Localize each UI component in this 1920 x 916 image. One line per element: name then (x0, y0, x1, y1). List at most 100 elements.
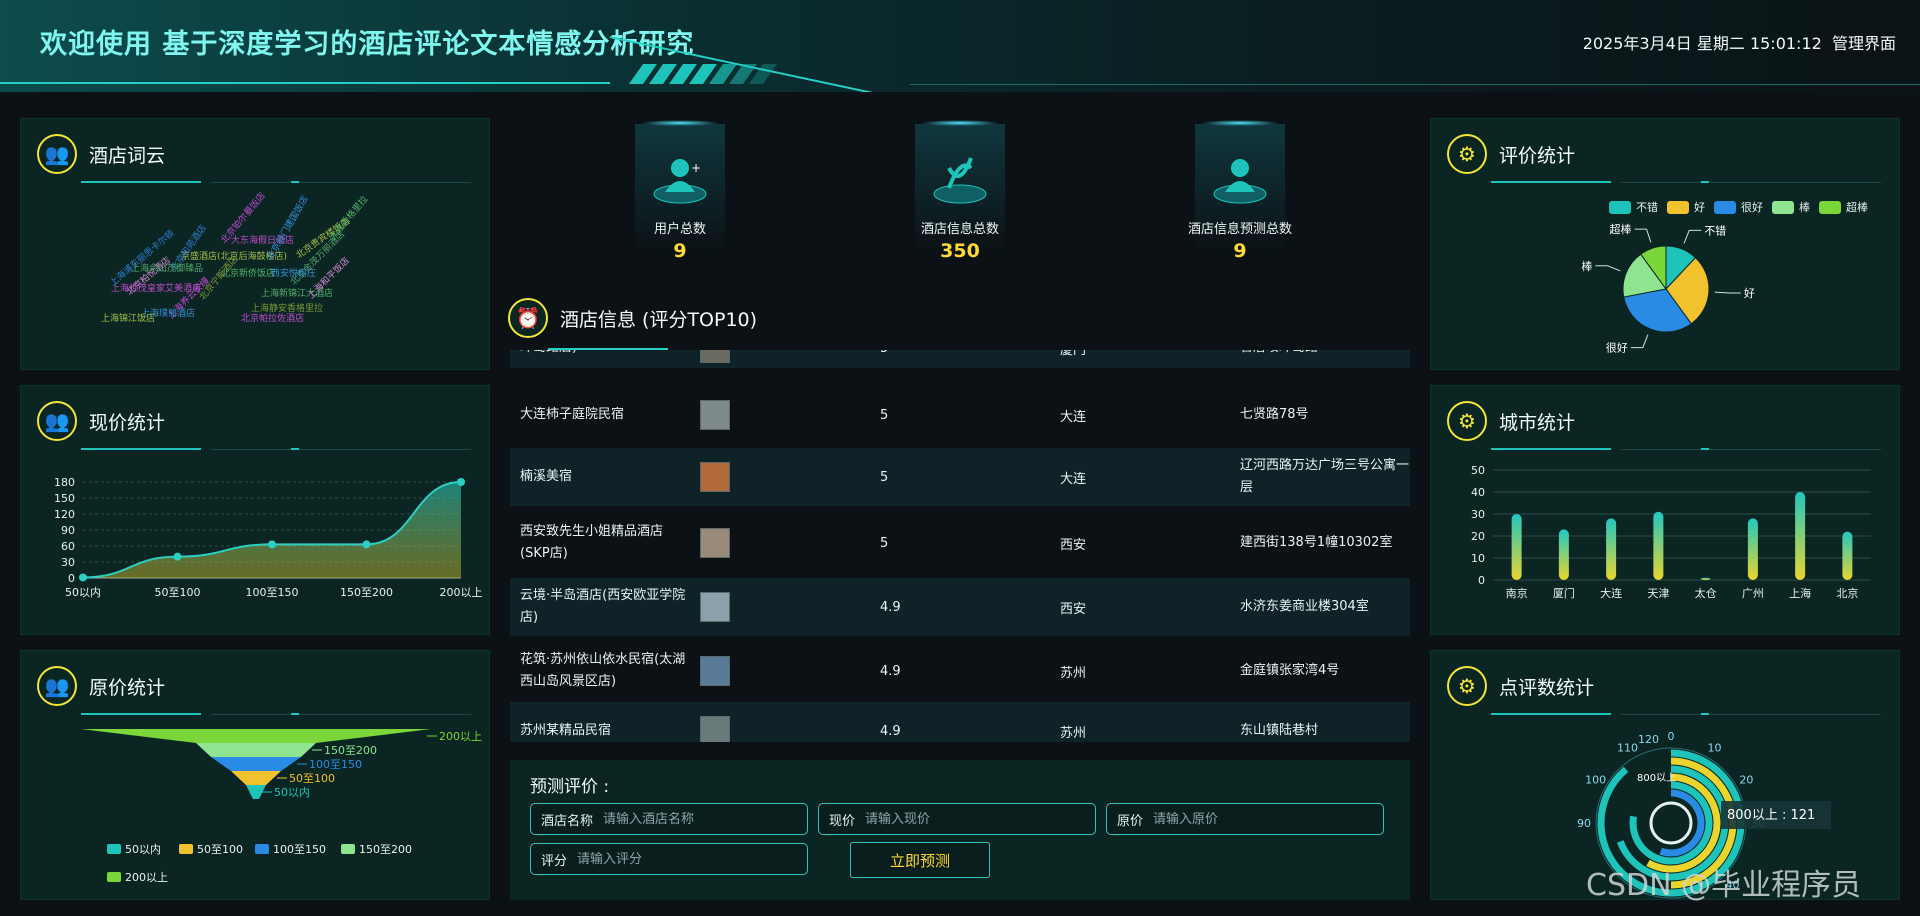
rating-field[interactable]: 评分 (530, 843, 808, 875)
hotel-city: 苏州 (1060, 725, 1087, 741)
panel-title-text: 现价统计 (89, 411, 166, 434)
header-datetime: 2025年3月4日 星期二 15:01:12 管理界面 (1583, 30, 1896, 54)
predict-button[interactable]: 立即预测 (850, 842, 990, 878)
x-tick-label: 广州 (1742, 587, 1764, 600)
dna-icon (933, 157, 987, 204)
hotel-rating: 5 (880, 469, 889, 485)
rating-input[interactable] (577, 851, 728, 867)
current-price-field[interactable]: 现价 (818, 803, 1096, 835)
page-title: 欢迎使用 基于深度学习的酒店评论文本情感分析研究 (40, 29, 695, 60)
bar (1606, 518, 1617, 580)
bar (1558, 529, 1569, 580)
title-divider (1621, 449, 1881, 450)
funnel-segment (231, 771, 281, 785)
bar (1842, 531, 1853, 580)
panel-title: 👥 酒店词云 (37, 133, 165, 175)
legend-label: 很好 (1741, 201, 1763, 214)
hotel-thumbnail[interactable] (700, 592, 730, 622)
angle-tick-label: 110 (1617, 742, 1638, 755)
title-accent (291, 713, 299, 715)
hotel-thumbnail[interactable] (700, 462, 730, 492)
pie-label: 好 (1744, 286, 1755, 300)
wordcloud-panel: 👥 酒店词云 大东海假日酒店 京盛酒店(北京后海鼓楼店) 北京前门建国饭店 上海新锦江大… (20, 118, 490, 370)
original-price-field[interactable]: 原价 (1106, 803, 1384, 835)
table-row[interactable]: 西安致先生小姐精品酒店(SKP店) 5 西安 建西街138号1幢10302室 (510, 512, 1410, 574)
legend-swatch (341, 844, 355, 854)
table-row[interactable]: 楠溪美宿 5 大连 辽河西路万达广场三号公寓一层 (510, 448, 1410, 506)
legend-item[interactable]: 超棒 (1819, 199, 1868, 215)
hotel-thumbnail[interactable] (700, 350, 730, 363)
legend-swatch (179, 844, 193, 854)
hotel-name: 大连柿子庭院民宿 (520, 407, 625, 422)
x-tick-label: 北京 (1836, 586, 1858, 600)
data-point (457, 478, 465, 486)
hotel-name: 云境·半岛酒店(西安欧亚学院店) (520, 588, 686, 625)
funnel-segment (81, 729, 431, 743)
hotel-thumbnail[interactable] (700, 716, 730, 742)
funnel-label: 50至100 (289, 772, 335, 785)
hotel-address: 辽河西路万达广场三号公寓一层 (1240, 458, 1410, 495)
admin-link[interactable]: 管理界面 (1832, 34, 1896, 53)
table-row[interactable]: 大连柿子庭院民宿 5 大连 七贤路78号 (510, 386, 1410, 444)
field-label: 现价 (829, 813, 856, 829)
table-row[interactable]: 花筑·苏州依山依水民宿(太湖西山岛风景区店) 4.9 苏州 金庭镇张家湾4号 (510, 640, 1410, 702)
hotel-name-field[interactable]: 酒店名称 (530, 803, 808, 835)
table-row[interactable]: 苏州某精品民宿 4.9 苏州 东山镇陆巷村 (510, 702, 1410, 742)
title-underline (1491, 448, 1611, 450)
title-divider (211, 449, 471, 450)
predict-title: 预测评价 : (530, 777, 610, 797)
legend-swatch (1772, 200, 1794, 214)
table-row[interactable]: 云境·半岛酒店(西安欧亚学院店) 4.9 西安 水济东姜商业楼304室 (510, 578, 1410, 636)
hotel-name-input[interactable] (603, 811, 754, 827)
y-tick-label: 20 (1471, 530, 1485, 543)
hotel-thumbnail[interactable] (700, 528, 730, 558)
original-price-chart: 200以上150至200100至15050至10050以内50以内 50至100 1… (81, 729, 482, 884)
wordcloud-word: 西安悦榕庄 (271, 269, 317, 279)
title-underline (81, 713, 201, 715)
hotel-address: 七贤路78号 (1240, 407, 1309, 422)
title-divider (1621, 714, 1881, 715)
hotel-city: 西安 (1060, 601, 1087, 617)
stat-users: + 用户总数 9 (600, 120, 760, 262)
x-tick-label: 厦门 (1553, 586, 1575, 600)
x-tick-label: 天津 (1647, 587, 1669, 600)
rating-chart: 不错好很好 棒 超棒 (1581, 222, 1755, 354)
legend-item[interactable]: 很好 (1714, 199, 1763, 215)
title-divider (1621, 182, 1881, 183)
legend-item[interactable]: 棒 (1772, 199, 1810, 215)
funnel-label: 200以上 (439, 730, 482, 743)
current-price-input[interactable] (865, 811, 1016, 827)
rating-legend: 不错 好 很好 棒 超棒 (1609, 199, 1877, 215)
city-chart: 0 10 20 30 40 50 南京 厦门 大连 天津 太仓 广州 上海 北京 (1471, 464, 1871, 600)
angle-tick-label: 120 (1638, 733, 1659, 746)
panel-title-text: 城市统计 (1499, 411, 1576, 434)
y-tick-label: 0 (68, 572, 75, 585)
legend-item[interactable]: 好 (1667, 199, 1705, 215)
x-tick-label: 上海 (1789, 586, 1811, 600)
panel-title: ⚙ 点评数统计 (1447, 665, 1594, 707)
pie-label-line (1630, 334, 1649, 349)
panel-title: ⚙ 城市统计 (1447, 400, 1575, 442)
title-underline (1491, 713, 1611, 715)
title-accent (291, 181, 299, 183)
original-price-input[interactable] (1153, 811, 1304, 827)
wordcloud-word: 北京帕拉佐酒店 (241, 314, 305, 324)
table-row[interactable]: 环岛路店) 5 厦门 曾厝垵环岛路 (510, 350, 1410, 368)
hotel-rating: 5 (880, 350, 888, 356)
x-tick-label: 200以上 (440, 586, 483, 599)
y-tick-label: 60 (61, 540, 75, 553)
angle-tick-label: 90 (1577, 817, 1591, 830)
svg-text:+: + (691, 161, 701, 175)
stat-value: 9 (1233, 240, 1247, 262)
hotel-info-title: ⏰ 酒店信息 (评分TOP10) (508, 298, 757, 338)
hotel-rating: 4.9 (880, 599, 901, 615)
legend-item[interactable]: 不错 (1609, 199, 1658, 215)
stat-predictions: 酒店信息预测总数 9 (1160, 120, 1320, 262)
polar-label: 800以上 (1637, 772, 1676, 784)
hotel-thumbnail[interactable] (700, 656, 730, 686)
hotel-thumbnail[interactable] (700, 400, 730, 430)
header: 欢迎使用 基于深度学习的酒店评论文本情感分析研究 2025年3月4日 星期二 1… (0, 0, 1920, 92)
panel-title-text: 点评数统计 (1499, 676, 1595, 699)
title-accent (1701, 713, 1709, 715)
datetime: 2025年3月4日 星期二 15:01:12 (1582, 34, 1822, 53)
